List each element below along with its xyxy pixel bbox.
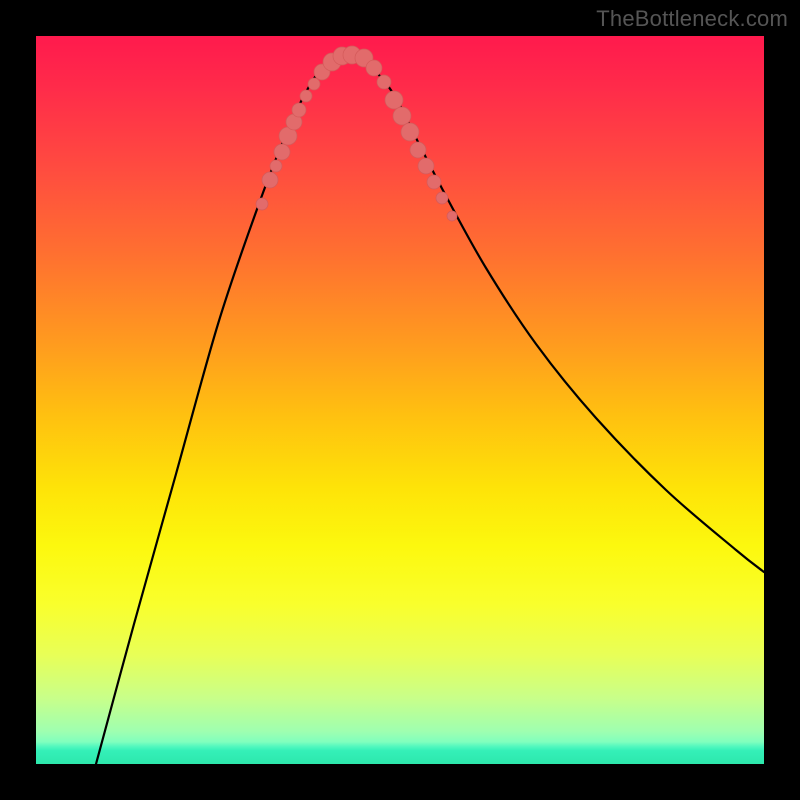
data-point xyxy=(300,90,312,102)
data-point xyxy=(427,175,441,189)
data-point xyxy=(385,91,403,109)
chart-frame xyxy=(36,36,764,764)
data-point xyxy=(436,192,448,204)
data-point-markers xyxy=(256,46,457,221)
data-point xyxy=(262,172,278,188)
data-point xyxy=(292,103,306,117)
watermark-text: TheBottleneck.com xyxy=(596,6,788,32)
data-point xyxy=(410,142,426,158)
data-point xyxy=(256,198,268,210)
data-point xyxy=(274,144,290,160)
data-point xyxy=(418,158,434,174)
data-point xyxy=(308,78,320,90)
data-point xyxy=(393,107,411,125)
data-point xyxy=(366,60,382,76)
data-point xyxy=(270,160,282,172)
curve-layer xyxy=(36,36,764,764)
data-point xyxy=(377,75,391,89)
data-point xyxy=(401,123,419,141)
data-point xyxy=(447,211,457,221)
